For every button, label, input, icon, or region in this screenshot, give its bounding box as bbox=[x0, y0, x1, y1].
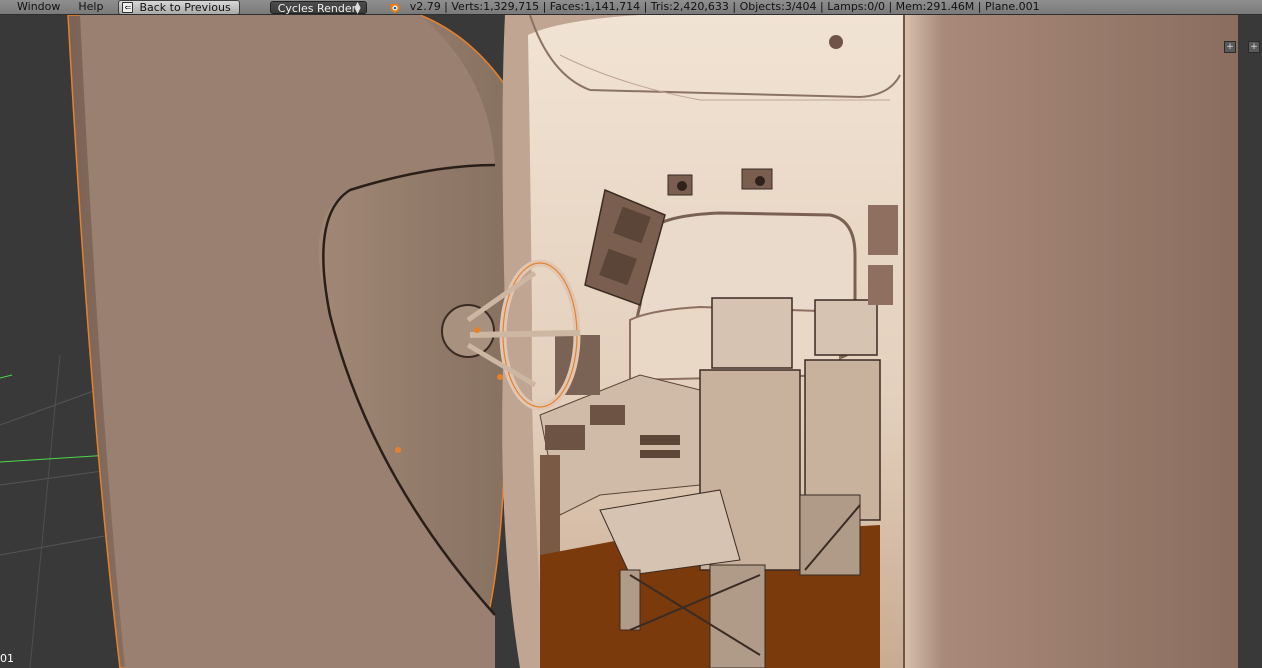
info-header: Window Help ⇐ Back to Previous Cycles Re… bbox=[0, 0, 1262, 15]
dropdown-arrows-icon: ▲ ▼ bbox=[354, 0, 361, 15]
blender-logo-icon bbox=[387, 3, 400, 13]
3d-viewport[interactable]: + + 01 bbox=[0, 15, 1262, 668]
back-to-previous-button[interactable]: ⇐ Back to Previous bbox=[118, 0, 240, 14]
scene-statistics: v2.79 | Verts:1,329,715 | Faces:1,141,71… bbox=[409, 0, 1040, 13]
menu-help[interactable]: Help bbox=[69, 0, 112, 14]
right-wall bbox=[903, 15, 1262, 668]
properties-toggle-icon[interactable]: + bbox=[1248, 41, 1260, 53]
back-arrow-icon: ⇐ bbox=[122, 1, 134, 13]
back-to-previous-label: Back to Previous bbox=[139, 0, 231, 14]
active-object-label: 01 bbox=[0, 652, 14, 665]
menu-window[interactable]: Window bbox=[0, 0, 69, 14]
toolshelf-toggle-icon[interactable]: + bbox=[1224, 41, 1236, 53]
viewport-render[interactable] bbox=[0, 15, 1262, 668]
vertex-marker bbox=[395, 447, 401, 453]
render-engine-value: Cycles Render bbox=[277, 1, 357, 15]
render-engine-dropdown[interactable]: Cycles Render ▲ ▼ bbox=[269, 0, 367, 15]
